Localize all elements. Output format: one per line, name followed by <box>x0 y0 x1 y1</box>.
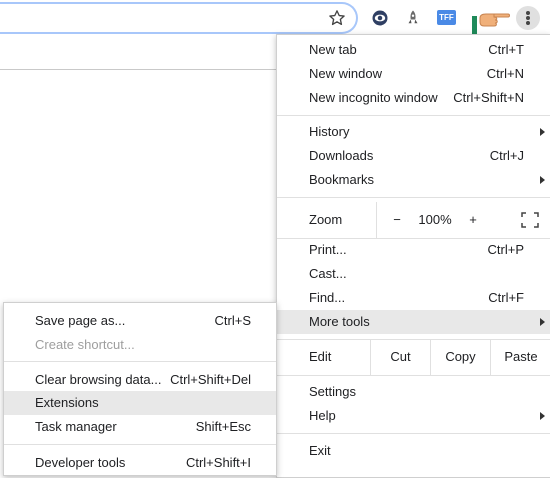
zoom-in-button[interactable]: + <box>463 202 483 238</box>
menu-item-label: Exit <box>309 443 331 458</box>
menu-item-shortcut: Ctrl+J <box>489 148 524 163</box>
submenu-item-shortcut: Ctrl+Shift+Del <box>170 372 251 387</box>
eye-extension-icon[interactable] <box>371 9 389 27</box>
menu-item-label: New incognito window <box>309 90 438 105</box>
submenu-item-developer-tools[interactable]: Developer tools Ctrl+Shift+I <box>4 451 276 475</box>
menu-item-label: More tools <box>309 314 370 329</box>
menu-item-shortcut: Ctrl+F <box>488 290 524 305</box>
menu-item-bookmarks[interactable]: Bookmarks <box>277 168 550 192</box>
menu-item-label: Help <box>309 408 336 423</box>
zoom-label: Zoom <box>309 212 343 227</box>
menu-item-settings[interactable]: Settings <box>277 380 550 404</box>
tff-extension-icon[interactable]: TFF <box>437 10 456 25</box>
submenu-item-label: Developer tools <box>35 455 126 470</box>
menu-item-label: Settings <box>309 384 356 399</box>
submenu-item-save-page-as[interactable]: Save page as... Ctrl+S <box>4 309 276 333</box>
menu-item-label: New tab <box>309 42 357 57</box>
menu-item-label: Print... <box>309 242 347 257</box>
submenu-item-label: Save page as... <box>35 313 126 328</box>
submenu-item-label: Task manager <box>35 419 117 434</box>
zoom-level: 100% <box>418 212 452 227</box>
menu-separator <box>277 115 550 116</box>
zoom-out-button[interactable]: − <box>387 202 407 238</box>
browser-toolbar: TFF <box>0 0 550 38</box>
submenu-item-create-shortcut: Create shortcut... <box>4 333 276 357</box>
menu-item-shortcut: Ctrl+Shift+N <box>453 90 524 105</box>
menu-item-label: Downloads <box>309 148 374 163</box>
submenu-arrow-icon <box>540 128 545 136</box>
menu-item-label: Find... <box>309 290 346 305</box>
menu-item-print[interactable]: Print... Ctrl+P <box>277 238 550 262</box>
bookmark-star-icon[interactable] <box>328 9 346 27</box>
submenu-item-label: Create shortcut... <box>35 337 135 352</box>
menu-item-more-tools[interactable]: More tools <box>277 310 550 334</box>
submenu-item-extensions[interactable]: Extensions <box>4 391 276 415</box>
menu-item-new-window[interactable]: New window Ctrl+N <box>277 62 550 86</box>
address-bar[interactable] <box>0 2 358 34</box>
submenu-item-shortcut: Ctrl+S <box>214 313 251 328</box>
submenu-item-task-manager[interactable]: Task manager Shift+Esc <box>4 415 276 439</box>
submenu-arrow-icon <box>540 318 545 326</box>
edit-label: Edit <box>309 349 332 364</box>
menu-separator <box>4 361 276 362</box>
rocket-extension-icon[interactable] <box>404 9 422 27</box>
menu-item-exit[interactable]: Exit <box>277 439 550 463</box>
edit-row: Edit Cut Copy Paste <box>277 339 550 375</box>
menu-item-help[interactable]: Help <box>277 404 550 428</box>
menu-item-history[interactable]: History <box>277 120 550 144</box>
menu-item-shortcut: Ctrl+N <box>486 66 524 81</box>
chrome-main-menu: New tab Ctrl+T New window Ctrl+N New inc… <box>276 34 550 478</box>
menu-separator <box>277 197 550 198</box>
menu-separator <box>277 375 550 376</box>
page-content-strip <box>0 36 276 70</box>
submenu-arrow-icon <box>540 176 545 184</box>
menu-item-label: Cast... <box>309 266 347 281</box>
submenu-arrow-icon <box>540 412 545 420</box>
menu-dots-icon[interactable] <box>516 6 540 30</box>
menu-item-new-tab[interactable]: New tab Ctrl+T <box>277 38 550 62</box>
menu-item-label: Bookmarks <box>309 172 375 187</box>
menu-item-label: New window <box>309 66 382 81</box>
menu-item-cast[interactable]: Cast... <box>277 262 550 286</box>
menu-item-shortcut: Ctrl+T <box>488 42 524 57</box>
menu-item-shortcut: Ctrl+P <box>487 242 524 257</box>
zoom-row: Zoom − 100% + <box>277 202 550 238</box>
submenu-item-label: Extensions <box>35 395 99 410</box>
submenu-item-label: Clear browsing data... <box>35 372 162 387</box>
menu-separator <box>4 444 276 445</box>
menu-item-find[interactable]: Find... Ctrl+F <box>277 286 550 310</box>
submenu-item-clear-browsing-data[interactable]: Clear browsing data... Ctrl+Shift+Del <box>4 368 276 392</box>
fullscreen-icon[interactable] <box>521 212 539 228</box>
submenu-item-shortcut: Ctrl+Shift+I <box>185 455 251 470</box>
menu-item-downloads[interactable]: Downloads Ctrl+J <box>277 144 550 168</box>
more-tools-submenu: Save page as... Ctrl+S Create shortcut..… <box>3 302 277 476</box>
menu-item-new-incognito-window[interactable]: New incognito window Ctrl+Shift+N <box>277 86 550 110</box>
menu-separator <box>277 433 550 434</box>
submenu-item-shortcut: Shift+Esc <box>195 419 251 434</box>
cut-button[interactable]: Cut <box>370 339 430 375</box>
copy-button[interactable]: Copy <box>430 339 490 375</box>
menu-item-label: History <box>309 124 350 139</box>
zoom-controls: − 100% + <box>376 202 550 238</box>
paste-button[interactable]: Paste <box>490 339 550 375</box>
